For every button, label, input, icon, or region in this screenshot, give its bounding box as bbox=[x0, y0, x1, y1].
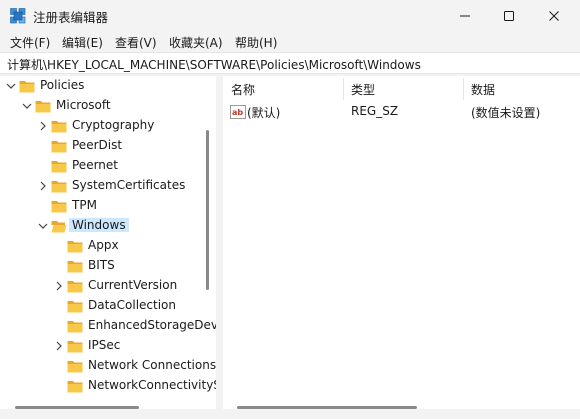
folder-icon bbox=[67, 361, 83, 373]
pane-splitter[interactable] bbox=[216, 76, 223, 409]
window-title: 注册表编辑器 bbox=[33, 10, 109, 25]
menu-view[interactable]: 查看(V) bbox=[115, 34, 157, 51]
tree-item-cryptography[interactable]: Cryptography bbox=[0, 116, 200, 136]
tree-item-windows[interactable]: Windows bbox=[0, 216, 200, 236]
value-list[interactable]: 名称 类型 数据 ab (默认) REG_SZ (数值未设置) bbox=[223, 76, 580, 409]
menu-file[interactable]: 文件(F) bbox=[10, 34, 50, 51]
status-bar bbox=[0, 409, 580, 419]
value-data: (数值未设置) bbox=[471, 106, 541, 120]
chevron-right-icon[interactable] bbox=[37, 180, 49, 192]
address-bar[interactable]: 计算机\HKEY_LOCAL_MACHINE\SOFTWARE\Policies… bbox=[0, 52, 580, 74]
chevron-down-icon[interactable] bbox=[5, 80, 17, 92]
tree-item-networkconnectivity[interactable]: NetworkConnectivityStatusIndicator bbox=[0, 376, 216, 396]
minimize-button[interactable] bbox=[442, 0, 488, 32]
maximize-button[interactable] bbox=[486, 0, 532, 32]
tree-item-bits[interactable]: BITS bbox=[0, 256, 200, 276]
key-tree[interactable]: Policies Microsoft Cryptography PeerDist… bbox=[0, 76, 216, 409]
address-path[interactable]: 计算机\HKEY_LOCAL_MACHINE\SOFTWARE\Policies… bbox=[7, 56, 421, 73]
tree-item-currentversion[interactable]: CurrentVersion bbox=[0, 276, 200, 296]
column-header-name[interactable]: 名称 bbox=[231, 81, 255, 98]
folder-icon bbox=[51, 141, 67, 153]
tree-item-label: Cryptography bbox=[72, 118, 155, 132]
tree-item-label: IPSec bbox=[88, 338, 121, 352]
tree-item-datacollection[interactable]: DataCollection bbox=[0, 296, 200, 316]
tree-item-microsoft[interactable]: Microsoft bbox=[0, 96, 200, 116]
chevron-down-icon[interactable] bbox=[37, 220, 49, 232]
tree-item-policies[interactable]: Policies bbox=[0, 76, 200, 96]
value-type: REG_SZ bbox=[351, 104, 399, 118]
value-name: (默认) bbox=[247, 106, 281, 120]
folder-icon bbox=[51, 181, 67, 193]
folder-icon bbox=[51, 121, 67, 133]
tree-item-label: NetworkConnectivityStatusIndicator bbox=[88, 378, 216, 392]
folder-icon bbox=[51, 201, 67, 213]
tree-item-label: EnhancedStorageDevices bbox=[88, 318, 216, 332]
tree-item-label: Network Connections bbox=[88, 358, 216, 372]
chevron-right-icon[interactable] bbox=[53, 340, 65, 352]
tree-item-label: BITS bbox=[88, 258, 115, 272]
tree-item-ipsec[interactable]: IPSec bbox=[0, 336, 200, 356]
chevron-right-icon[interactable] bbox=[53, 280, 65, 292]
tree-item-network-connections[interactable]: Network Connections bbox=[0, 356, 216, 376]
column-header-type[interactable]: 类型 bbox=[351, 81, 375, 98]
menu-edit[interactable]: 编辑(E) bbox=[62, 34, 103, 51]
tree-item-label: PeerDist bbox=[72, 138, 123, 152]
table-row[interactable]: ab (默认) REG_SZ (数值未设置) bbox=[228, 102, 578, 122]
tree-item-peernet[interactable]: Peernet bbox=[0, 156, 200, 176]
folder-icon bbox=[67, 341, 83, 353]
tree-item-systemcertificates[interactable]: SystemCertificates bbox=[0, 176, 200, 196]
menu-help[interactable]: 帮助(H) bbox=[235, 34, 277, 51]
minimize-icon bbox=[460, 15, 470, 17]
close-icon bbox=[549, 11, 559, 21]
tree-vertical-scrollbar[interactable] bbox=[206, 130, 209, 290]
folder-icon bbox=[35, 101, 51, 113]
folder-icon bbox=[67, 321, 83, 333]
column-divider[interactable] bbox=[343, 78, 344, 100]
tree-item-label: Microsoft bbox=[56, 98, 111, 112]
tree-item-label: SystemCertificates bbox=[72, 178, 186, 192]
tree-item-enhancedstoragedevices[interactable]: EnhancedStorageDevices bbox=[0, 316, 216, 336]
menu-favorites[interactable]: 收藏夹(A) bbox=[169, 34, 223, 51]
folder-icon bbox=[67, 301, 83, 313]
folder-icon bbox=[67, 261, 83, 273]
tree-item-label: Peernet bbox=[72, 158, 118, 172]
tree-item-tpm[interactable]: TPM bbox=[0, 196, 200, 216]
registry-editor-icon bbox=[10, 8, 26, 24]
chevron-right-icon[interactable] bbox=[37, 120, 49, 132]
svg-text:ab: ab bbox=[232, 108, 243, 117]
tree-item-label: CurrentVersion bbox=[88, 278, 178, 292]
close-button[interactable] bbox=[531, 0, 577, 32]
folder-icon bbox=[67, 241, 83, 253]
column-header-data[interactable]: 数据 bbox=[471, 81, 495, 98]
tree-item-label: Windows bbox=[69, 218, 129, 232]
folder-icon bbox=[51, 161, 67, 173]
chevron-down-icon[interactable] bbox=[21, 100, 33, 112]
folder-icon bbox=[19, 81, 35, 93]
tree-item-label: Policies bbox=[40, 78, 85, 92]
title-bar[interactable]: 注册表编辑器 bbox=[0, 0, 580, 32]
tree-item-peerdist[interactable]: PeerDist bbox=[0, 136, 200, 156]
maximize-icon bbox=[504, 11, 514, 21]
folder-icon bbox=[67, 381, 83, 393]
column-divider[interactable] bbox=[463, 78, 464, 100]
string-value-icon: ab bbox=[230, 105, 246, 119]
open-folder-icon bbox=[51, 221, 67, 233]
tree-item-label: DataCollection bbox=[88, 298, 177, 312]
tree-item-appx[interactable]: Appx bbox=[0, 236, 200, 256]
tree-item-label: TPM bbox=[72, 198, 97, 212]
folder-icon bbox=[67, 281, 83, 293]
tree-item-label: Appx bbox=[88, 238, 119, 252]
menu-bar: 文件(F) 编辑(E) 查看(V) 收藏夹(A) 帮助(H) bbox=[0, 32, 580, 52]
